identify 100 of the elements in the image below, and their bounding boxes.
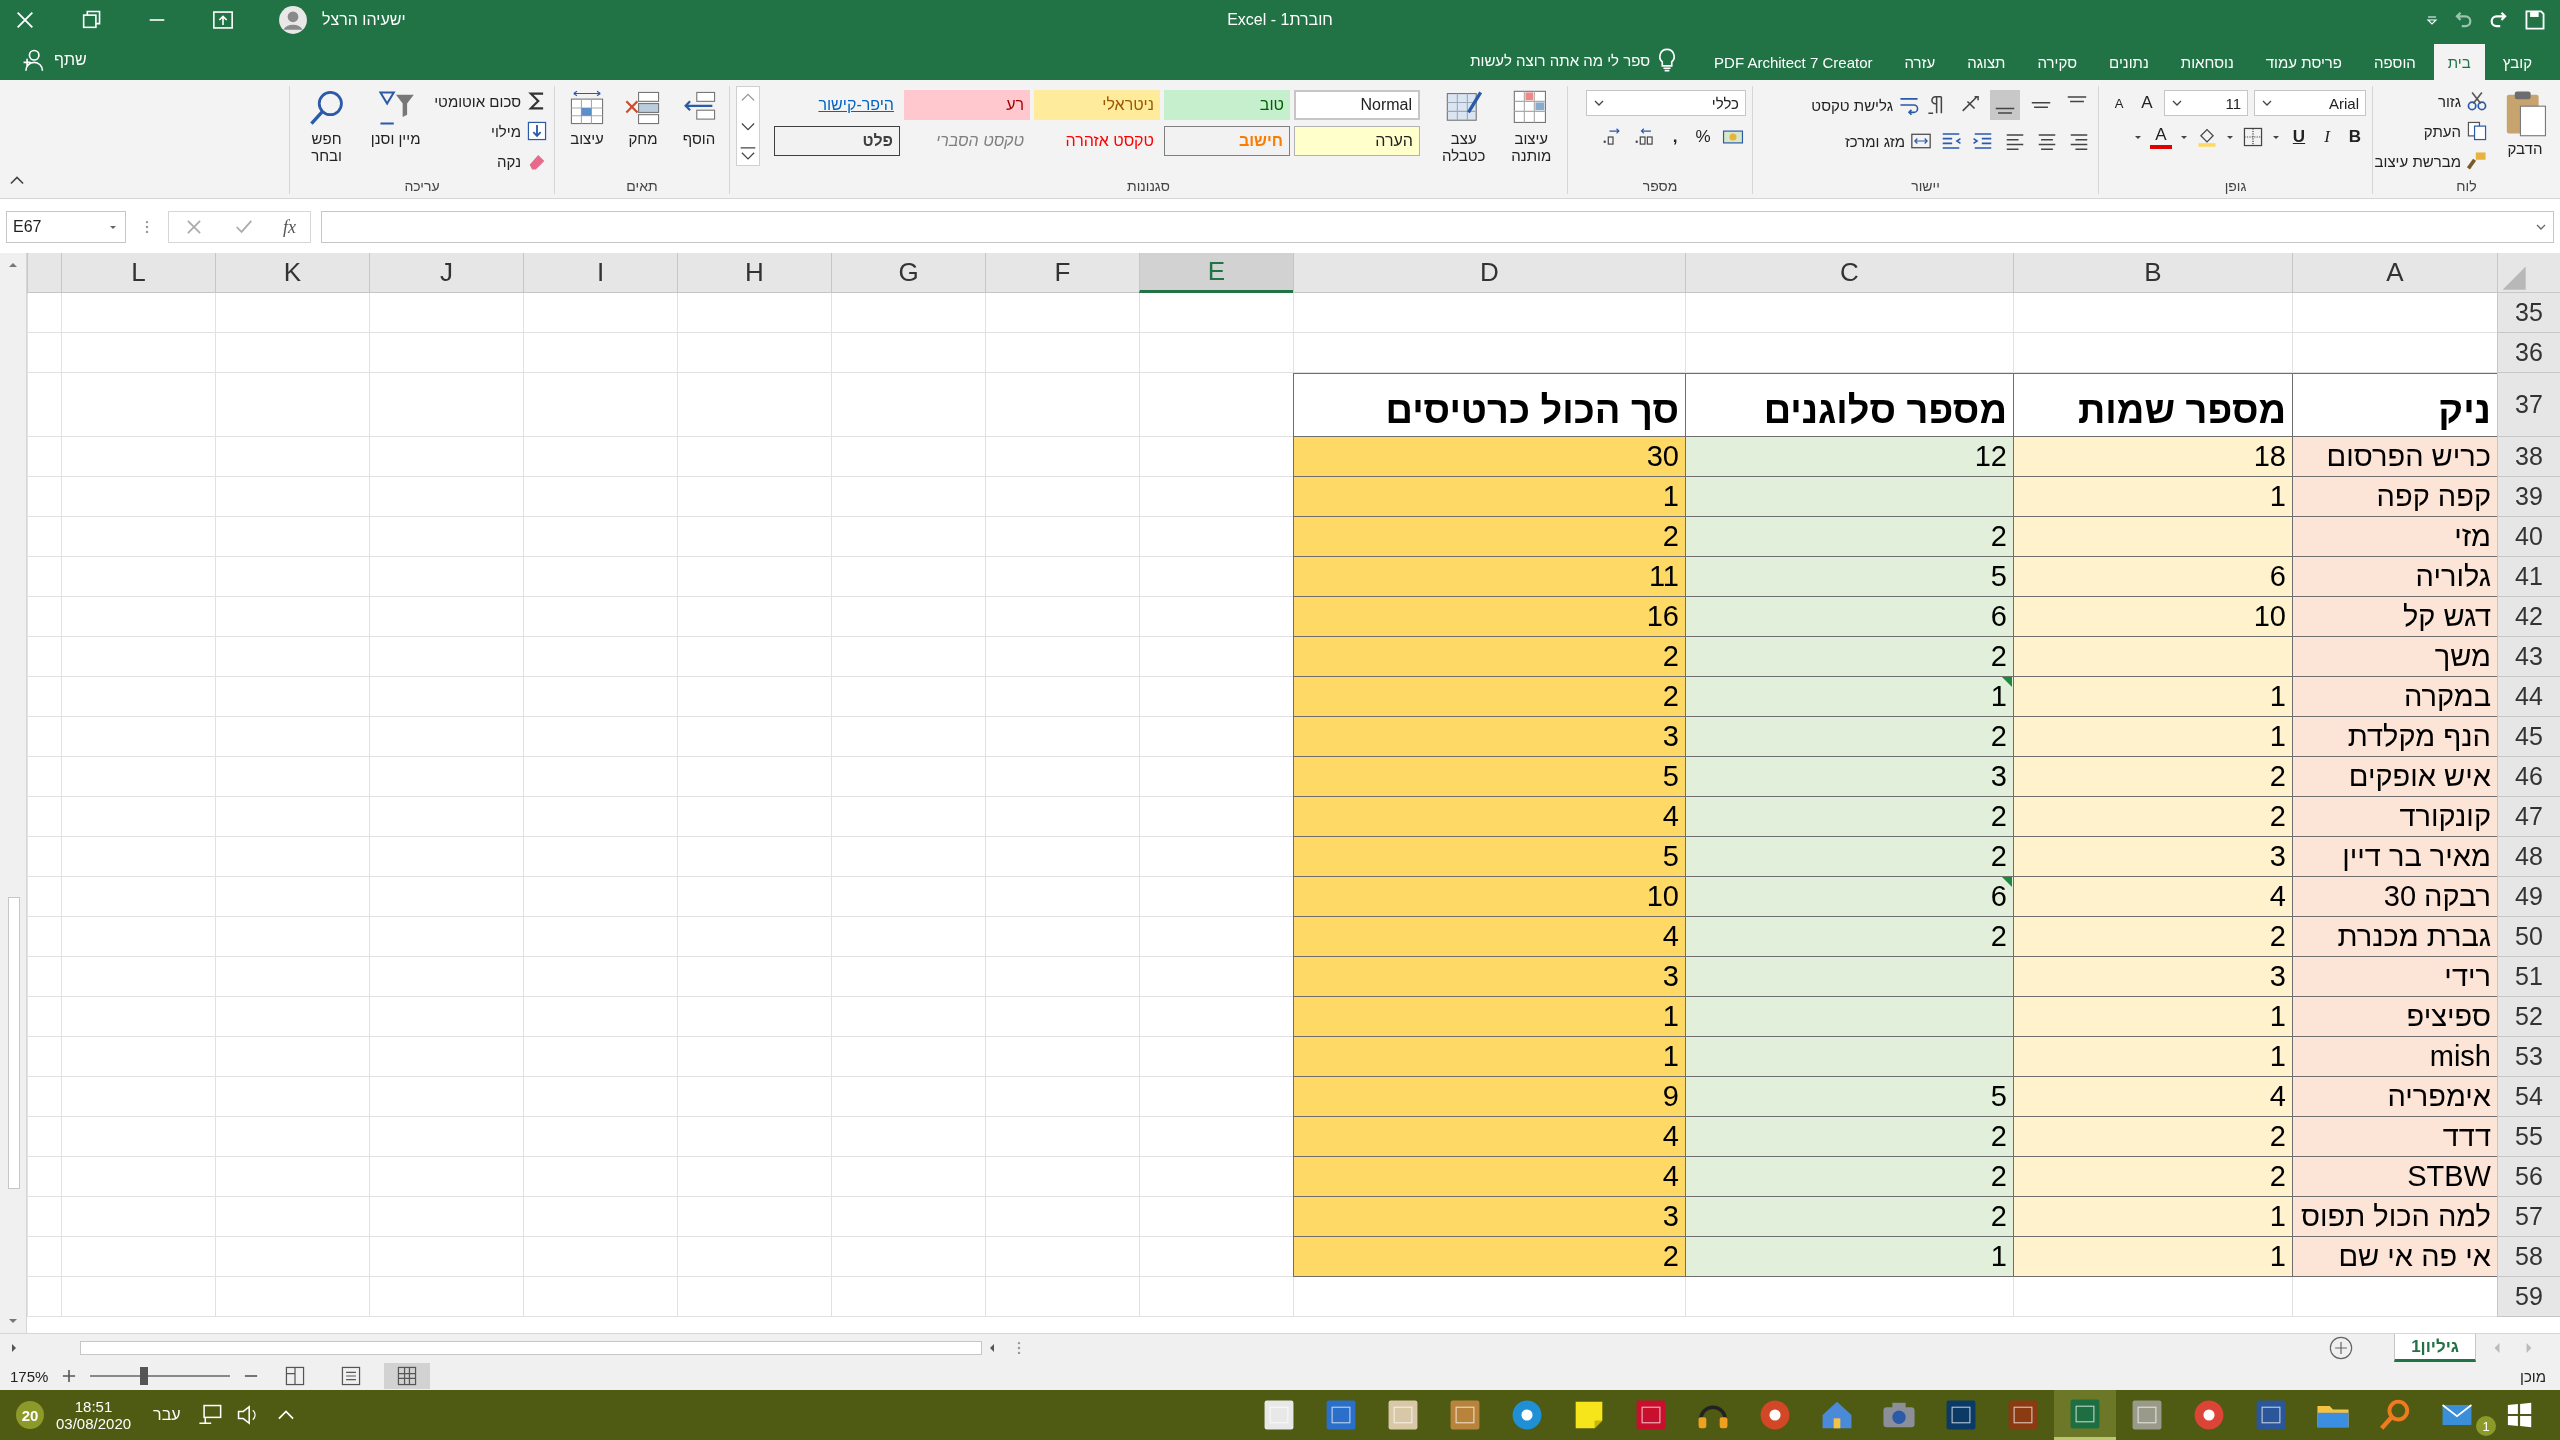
empty-cell[interactable] (985, 1197, 1139, 1237)
empty-cell[interactable] (215, 877, 369, 917)
empty-cell[interactable] (985, 477, 1139, 517)
comma-button[interactable]: , (1664, 124, 1686, 150)
row-header[interactable]: 45 (2497, 717, 2560, 757)
empty-cell[interactable] (61, 597, 215, 637)
empty-cell[interactable] (215, 717, 369, 757)
empty-cell[interactable] (831, 957, 985, 997)
empty-cell[interactable] (61, 997, 215, 1037)
row-header[interactable]: 55 (2497, 1117, 2560, 1157)
italic-button[interactable]: I (2316, 124, 2338, 150)
empty-cell[interactable] (61, 877, 215, 917)
empty-cell[interactable] (369, 1277, 523, 1317)
row-header[interactable]: 56 (2497, 1157, 2560, 1197)
empty-cell[interactable] (369, 917, 523, 957)
font-family-dropdown[interactable]: Arial (2254, 90, 2366, 116)
empty-cell[interactable] (677, 517, 831, 557)
empty-cell[interactable] (831, 1237, 985, 1277)
empty-cell[interactable] (985, 757, 1139, 797)
cell-style[interactable]: טקסט אזהרה (1034, 126, 1160, 156)
empty-cell[interactable] (215, 1077, 369, 1117)
empty-cell[interactable] (369, 997, 523, 1037)
empty-cell[interactable] (985, 997, 1139, 1037)
cell-style[interactable]: היפר-קישור (774, 90, 900, 120)
empty-cell[interactable] (831, 333, 985, 373)
empty-cell[interactable] (677, 597, 831, 637)
empty-cell[interactable] (215, 637, 369, 677)
empty-cell[interactable] (61, 677, 215, 717)
empty-cell[interactable] (985, 1077, 1139, 1117)
find-select-button[interactable]: חפש ובחר (296, 86, 358, 167)
empty-cell[interactable] (523, 1157, 677, 1197)
row-header[interactable]: 42 (2497, 597, 2560, 637)
save-icon[interactable] (2524, 9, 2546, 31)
empty-cell[interactable] (831, 517, 985, 557)
empty-cell[interactable] (369, 293, 523, 333)
empty-cell[interactable] (215, 837, 369, 877)
empty-cell[interactable] (2013, 293, 2292, 333)
ribbon-tab[interactable]: נוסחאות (2166, 44, 2248, 80)
empty-cell[interactable] (2013, 1277, 2292, 1317)
row-header[interactable]: 47 (2497, 797, 2560, 837)
column-header[interactable]: E (1139, 253, 1293, 293)
empty-cell[interactable] (985, 333, 1139, 373)
format-as-table-button[interactable]: עצב כטבלה (1434, 86, 1494, 167)
empty-cell[interactable] (523, 477, 677, 517)
empty-cell[interactable] (985, 1117, 1139, 1157)
empty-cell[interactable] (985, 557, 1139, 597)
row-header[interactable]: 53 (2497, 1037, 2560, 1077)
empty-cell[interactable] (369, 797, 523, 837)
empty-cell[interactable] (1139, 293, 1293, 333)
empty-cell[interactable] (831, 917, 985, 957)
empty-cell[interactable] (677, 1237, 831, 1277)
cell-style[interactable]: Normal (1294, 90, 1420, 120)
empty-cell[interactable] (831, 717, 985, 757)
row-header[interactable]: 58 (2497, 1237, 2560, 1277)
empty-cell[interactable] (677, 677, 831, 717)
empty-cell[interactable] (61, 1157, 215, 1197)
empty-cell[interactable] (369, 877, 523, 917)
empty-cell[interactable] (985, 677, 1139, 717)
empty-cell[interactable] (985, 717, 1139, 757)
empty-cell[interactable] (369, 957, 523, 997)
empty-cell[interactable] (369, 1037, 523, 1077)
empty-cell[interactable] (61, 717, 215, 757)
cell-style[interactable]: רע (904, 90, 1030, 120)
row-header[interactable]: 57 (2497, 1197, 2560, 1237)
empty-cell[interactable] (523, 997, 677, 1037)
row-header[interactable]: 39 (2497, 477, 2560, 517)
vertical-scrollbar[interactable] (0, 253, 27, 1333)
ribbon-tab[interactable]: בית (2433, 44, 2485, 80)
empty-cell[interactable] (831, 637, 985, 677)
empty-cell[interactable] (523, 1237, 677, 1277)
conditional-formatting-button[interactable]: עיצוב מותנה (1501, 86, 1561, 167)
column-header[interactable]: C (1685, 253, 2013, 293)
empty-cell[interactable] (61, 333, 215, 373)
empty-cell[interactable] (985, 517, 1139, 557)
sheet-tab[interactable]: גיליון1 (2394, 1334, 2476, 1362)
row-header[interactable]: 52 (2497, 997, 2560, 1037)
empty-cell[interactable] (677, 637, 831, 677)
language-indicator[interactable]: עבר (153, 1406, 181, 1424)
empty-cell[interactable] (985, 837, 1139, 877)
ribbon-tab[interactable]: PDF Architect 7 Creator (1700, 44, 1887, 80)
empty-cell[interactable] (215, 1117, 369, 1157)
empty-cell[interactable] (523, 917, 677, 957)
copy-button[interactable]: העתק (2374, 118, 2488, 144)
empty-cell[interactable] (677, 1157, 831, 1197)
row-header[interactable]: 37 (2497, 373, 2560, 437)
row-header[interactable]: 40 (2497, 517, 2560, 557)
empty-cell[interactable] (677, 1197, 831, 1237)
empty-cell[interactable] (831, 597, 985, 637)
column-header[interactable]: F (985, 253, 1139, 293)
add-sheet-icon[interactable] (2328, 1335, 2355, 1361)
row-header[interactable]: 59 (2497, 1277, 2560, 1317)
empty-cell[interactable] (61, 293, 215, 333)
row-header[interactable]: 43 (2497, 637, 2560, 677)
customize-caret-icon[interactable] (2426, 14, 2438, 26)
column-header[interactable]: K (215, 253, 369, 293)
empty-cell[interactable] (1685, 293, 2013, 333)
fill-button[interactable]: מילוי (434, 118, 548, 144)
paste-button[interactable]: הדבק (2496, 86, 2554, 160)
empty-cell[interactable] (61, 517, 215, 557)
clock-time[interactable]: 18:51 (74, 1398, 113, 1415)
